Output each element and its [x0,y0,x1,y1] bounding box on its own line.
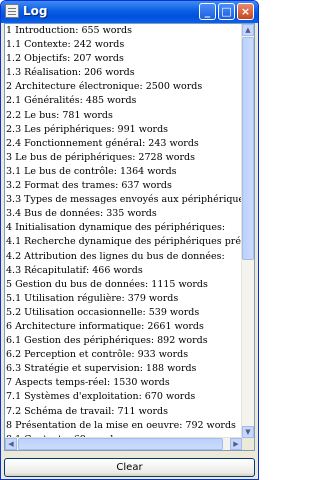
window-title: Log [23,4,48,18]
log-line: 4.2 Attribution des lignes du bus de don… [6,250,225,262]
log-line: 1.1 Contexte: 242 words [6,39,125,51]
log-line: 1 Introduction: 655 words [6,25,132,36]
log-line: 6.1 Gestion des périphériques: 892 words [6,335,208,347]
log-line: 3.4 Bus de données: 335 words [6,208,157,220]
log-line: 3.1 Le bus de contrôle: 1364 words [6,165,177,177]
log-window: Log _ □ × 1 Introduction: 655 words 1.1 C… [0,0,259,480]
log-line: 6 Architecture informatique: 2661 words [6,320,204,332]
scroll-down-arrow-icon[interactable]: ▼ [242,426,254,438]
maximize-button[interactable]: □ [218,3,235,20]
log-line: 5.1 Utilisation régulière: 379 words [6,292,179,304]
log-line: 2.3 Les périphériques: 991 words [6,123,169,135]
log-line: 3 Le bus de périphériques: 2728 words [6,151,195,163]
log-panel: 1 Introduction: 655 words 1.1 Contexte: 2… [4,23,255,451]
scroll-up-arrow-icon[interactable]: ▲ [242,24,254,36]
log-line: 4.3 Récapitulatif: 466 words [6,264,143,276]
log-line: 8 Présentation de la mise en oeuvre: 792… [6,419,236,431]
log-line: 5 Gestion du bus de données: 1115 words [6,278,208,290]
window-icon [5,4,19,18]
log-line: 1.3 Réalisation: 206 words [6,67,135,79]
log-text-area[interactable]: 1 Introduction: 655 words 1.1 Contexte: 2… [6,24,242,438]
horizontal-scroll-thumb[interactable] [18,438,223,450]
horizontal-scrollbar[interactable]: ◀ ▶ [5,437,242,450]
log-line: 4.1 Recherche dynamique des périphérique… [6,236,242,248]
vertical-scroll-thumb[interactable] [242,37,254,260]
log-line: 1.2 Objectifs: 207 words [6,53,124,65]
log-line: 6.2 Perception et contrôle: 933 words [6,349,189,361]
scroll-right-arrow-icon[interactable]: ▶ [230,438,242,450]
log-line: 7.2 Schéma de travail: 711 words [6,405,168,417]
log-line: 2.2 Le bus: 781 words [6,109,113,121]
log-line: 7.1 Systèmes d'exploitation: 670 words [6,391,196,403]
log-line: 7 Aspects temps-réel: 1530 words [6,377,170,389]
vertical-scrollbar[interactable]: ▲ ▼ [241,24,254,438]
log-line: 6.3 Stratégie et supervision: 188 words [6,363,197,375]
minimize-button[interactable]: _ [199,3,216,20]
clear-button[interactable]: Clear [4,458,255,477]
close-button[interactable]: × [237,3,254,20]
log-line: 2.1 Généralités: 485 words [6,95,137,107]
title-bar[interactable]: Log _ □ × [1,1,258,23]
scroll-left-arrow-icon[interactable]: ◀ [5,438,17,450]
log-line: 4 Initialisation dynamique des périphéri… [6,222,226,234]
log-line: 5.2 Utilisation occasionnelle: 539 words [6,306,200,318]
log-line: 3.2 Format des trames: 637 words [6,180,172,192]
log-line: 3.3 Types de messages envoyés aux périph… [6,194,242,206]
scrollbar-corner [242,438,254,450]
log-line: 2.4 Fonctionnement général: 243 words [6,137,199,149]
log-line: 2 Architecture électronique: 2500 words [6,81,203,93]
